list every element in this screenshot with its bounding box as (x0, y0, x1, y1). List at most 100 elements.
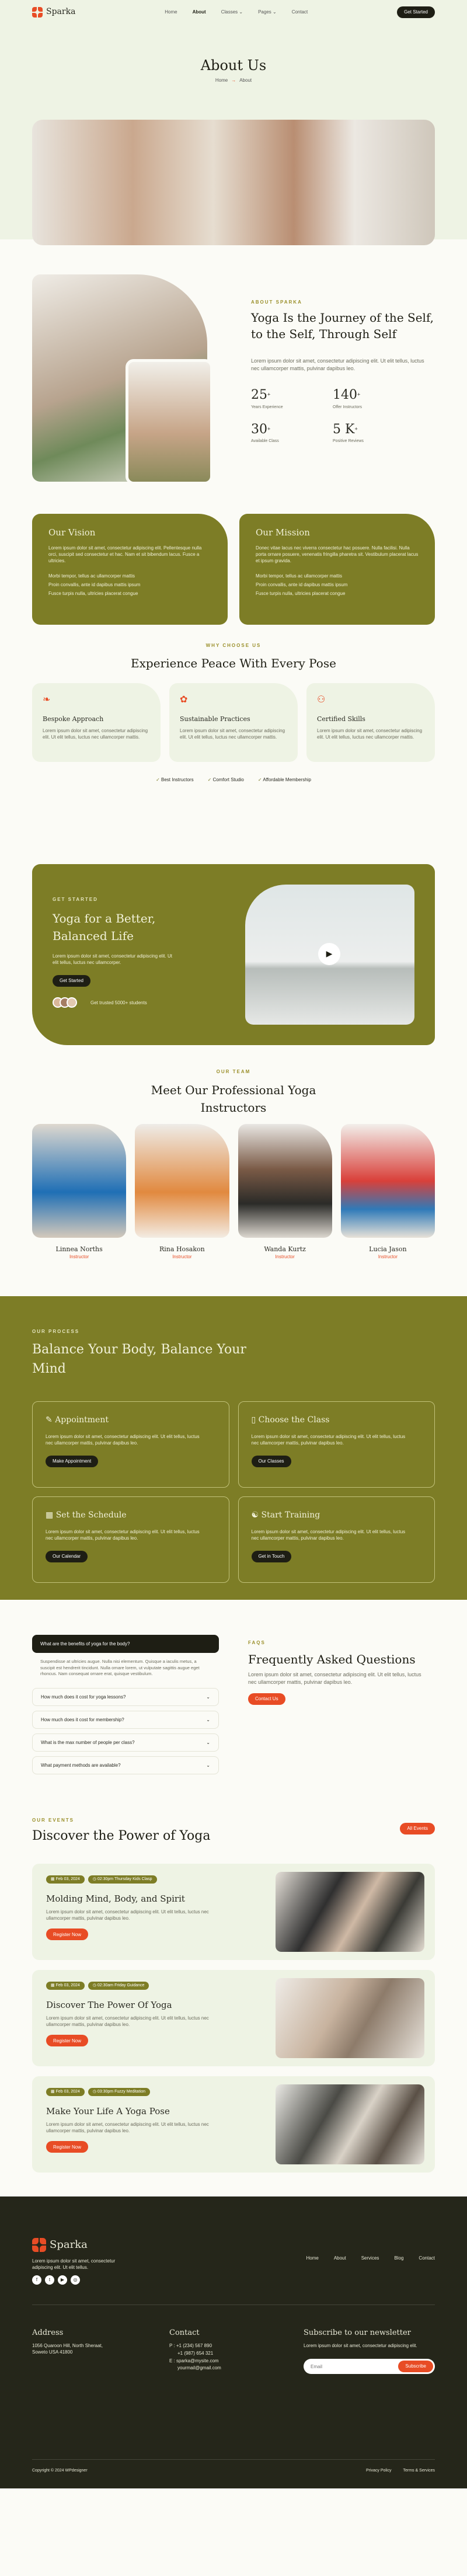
email-primary[interactable]: E : sparka@mysite.com (169, 2358, 221, 2365)
video-text: Lorem ipsum dolor sit amet, consectetur … (53, 953, 172, 966)
nav-classes[interactable]: Classes ⌄ (221, 9, 243, 15)
footer-nav-contact[interactable]: Contact (419, 2255, 435, 2261)
footer-nav-about[interactable]: About (334, 2255, 346, 2261)
process-section: OUR PROCESS Balance Your Body, Balance Y… (0, 1296, 467, 1600)
site-header: Sparka Home About Classes ⌄ Pages ⌄ Cont… (0, 0, 467, 25)
page-title: About Us (200, 57, 267, 74)
process-title: Balance Your Body, Balance Your Mind (32, 1342, 246, 1376)
team-grid: Linnea Norths Instructor Rina Hosakon In… (32, 1124, 435, 1261)
badge: ✓ Affordable Membership (257, 777, 311, 782)
faq-item[interactable]: What is the max number of people per cla… (32, 1733, 219, 1752)
copyright: Copyright © 2024 WPdesigner (32, 2469, 88, 2473)
students-text: Get trusted 5000+ students (90, 1000, 147, 1005)
process-grid: ✎ Appointment Lorem ipsum dolor sit amet… (32, 1401, 435, 1583)
clock-icon: ◷ (92, 2090, 97, 2094)
team-card[interactable]: Wanda Kurtz Instructor (238, 1124, 332, 1261)
leaf-icon: ❧ (43, 695, 51, 705)
our-classes-button[interactable]: Our Classes (251, 1455, 291, 1467)
vision-title: Our Vision (48, 527, 96, 538)
make-appointment-button[interactable]: Make Appointment (46, 1455, 99, 1467)
faq-item[interactable]: How much does it cost for membership? ⌄ (32, 1710, 219, 1729)
event-card: ▦ Feb 03, 2024 ◷ 03:30pm Fuzzy Meditatio… (32, 2076, 435, 2173)
brand-logo[interactable]: Sparka (32, 6, 75, 18)
why-card-title: Bespoke Approach (43, 715, 104, 723)
nav-home[interactable]: Home (165, 9, 177, 15)
team-card[interactable]: Lucia Jason Instructor (340, 1124, 435, 1261)
nav-pages[interactable]: Pages ⌄ (258, 9, 277, 15)
contact-info: P : +1 (234) 567 890 +1 (987) 654 321 E … (169, 2342, 221, 2372)
phone-primary[interactable]: P : +1 (234) 567 890 (169, 2342, 221, 2350)
register-now-button[interactable]: Register Now (46, 2141, 89, 2153)
events-title: Discover the Power of Yoga (32, 1829, 211, 1843)
team-card[interactable]: Rina Hosakon Instructor (135, 1124, 229, 1261)
process-card-title: ▦ Set the Schedule (46, 1510, 127, 1520)
footer-nav-home[interactable]: Home (306, 2255, 318, 2261)
footer-logo[interactable]: Sparka (32, 2237, 88, 2252)
email-secondary[interactable]: yourmail@gmail.com (169, 2365, 221, 2372)
facebook-icon[interactable]: f (32, 2275, 41, 2285)
event-card: ▦ Feb 03, 2024 ◷ 02:30pm Thursday Kids C… (32, 1864, 435, 1960)
phone-secondary[interactable]: +1 (987) 654 321 (169, 2350, 221, 2358)
instructor-name: Lucia Jason (369, 1245, 407, 1253)
instructor-photo (238, 1124, 332, 1238)
stat-years: 25+ Years Experience (251, 388, 283, 409)
process-card: ✎ Appointment Lorem ipsum dolor sit amet… (32, 1401, 229, 1488)
team-section: OUR TEAM Meet Our Professional Yoga Inst… (0, 1068, 467, 1296)
stat-classes: 30+ Available Class (251, 422, 279, 444)
faq-item[interactable]: How much does it cost for yoga lessons? ⌄ (32, 1687, 219, 1706)
stat-reviews: 5 K+ Positive Reviews (333, 422, 364, 444)
student-avatars (53, 997, 77, 1008)
register-now-button[interactable]: Register Now (46, 2035, 89, 2047)
why-card: ✿ Sustainable Practices Lorem ipsum dolo… (169, 683, 298, 762)
address-title: Address (32, 2328, 64, 2337)
team-card[interactable]: Linnea Norths Instructor (32, 1124, 127, 1261)
mission-text: Donec vitae lacus nec viverra consectetu… (256, 545, 419, 564)
process-card-text: Lorem ipsum dolor sit amet, consectetur … (46, 1433, 200, 1446)
footer-nav-services[interactable]: Services (361, 2255, 379, 2261)
terms-link[interactable]: Terms & Services (403, 2468, 435, 2474)
youtube-icon[interactable]: ▶ (58, 2275, 67, 2285)
calendar-icon: ▦ (51, 2090, 56, 2094)
footer-nav-blog[interactable]: Blog (394, 2255, 403, 2261)
nav-about[interactable]: About (193, 9, 206, 15)
instagram-icon[interactable]: ◎ (71, 2275, 80, 2285)
video-thumbnail[interactable]: ▶ (245, 885, 414, 1025)
why-card: ⚇ Certified Skills Lorem ipsum dolor sit… (306, 683, 435, 762)
vision-item: Fusce turpis nulla, ultricies placerat c… (48, 590, 138, 596)
all-events-button[interactable]: All Events (400, 1823, 435, 1834)
our-calendar-button[interactable]: Our Calendar (46, 1550, 88, 1562)
intro-text: Lorem ipsum dolor sit amet, consectetur … (251, 358, 424, 371)
faq-item[interactable]: What payment methods are available? ⌄ (32, 1756, 219, 1775)
team-kicker: OUR TEAM (216, 1069, 251, 1074)
site-footer: Sparka Lorem ipsum dolor sit amet, conse… (0, 2196, 467, 2488)
register-now-button[interactable]: Register Now (46, 1928, 89, 1941)
process-card: ☯ Start Training Lorem ipsum dolor sit a… (238, 1496, 435, 1583)
get-started-button[interactable]: Get Started (397, 6, 435, 18)
newsletter-text: Lorem ipsum dolor sit amet, consectetur … (304, 2343, 417, 2348)
breadcrumb-home[interactable]: Home (215, 77, 228, 83)
nav-contact[interactable]: Contact (292, 9, 308, 15)
subscribe-button[interactable]: Subscribe (398, 2361, 433, 2372)
event-image (276, 1978, 424, 2058)
chevron-down-icon: ⌄ (206, 1694, 210, 1700)
twitter-icon[interactable]: t (45, 2275, 54, 2285)
instructor-name: Linnea Norths (55, 1245, 103, 1253)
privacy-policy-link[interactable]: Privacy Policy (366, 2468, 392, 2474)
event-time: ◷ 02:30pm Thursday Kids Clasp (88, 1875, 157, 1884)
email-input[interactable] (311, 2363, 399, 2369)
video-title: Yoga for a Better, Balanced Life (53, 911, 156, 943)
faq-kicker: FAQS (248, 1640, 266, 1645)
faq-open-question[interactable]: What are the benefits of yoga for the bo… (32, 1635, 219, 1653)
stat-instructors: 140+ Offer Instructors (333, 388, 363, 409)
instructor-role: Instructor (69, 1254, 89, 1260)
newsletter-title: Subscribe to our newsletter (304, 2328, 411, 2337)
video-get-started-button[interactable]: Get Started (53, 975, 90, 987)
play-button-icon[interactable]: ▶ (318, 943, 340, 965)
process-card-text: Lorem ipsum dolor sit amet, consectetur … (251, 1433, 406, 1446)
calendar-icon: ▦ (51, 1877, 56, 1881)
event-text: Lorem ipsum dolor sit amet, consectetur … (46, 2121, 209, 2133)
get-in-touch-button[interactable]: Get in Touch (251, 1550, 292, 1562)
flower-logo-icon (32, 2237, 46, 2252)
social-icons: f t ▶ ◎ (32, 2275, 80, 2285)
contact-us-button[interactable]: Contact Us (248, 1693, 285, 1705)
